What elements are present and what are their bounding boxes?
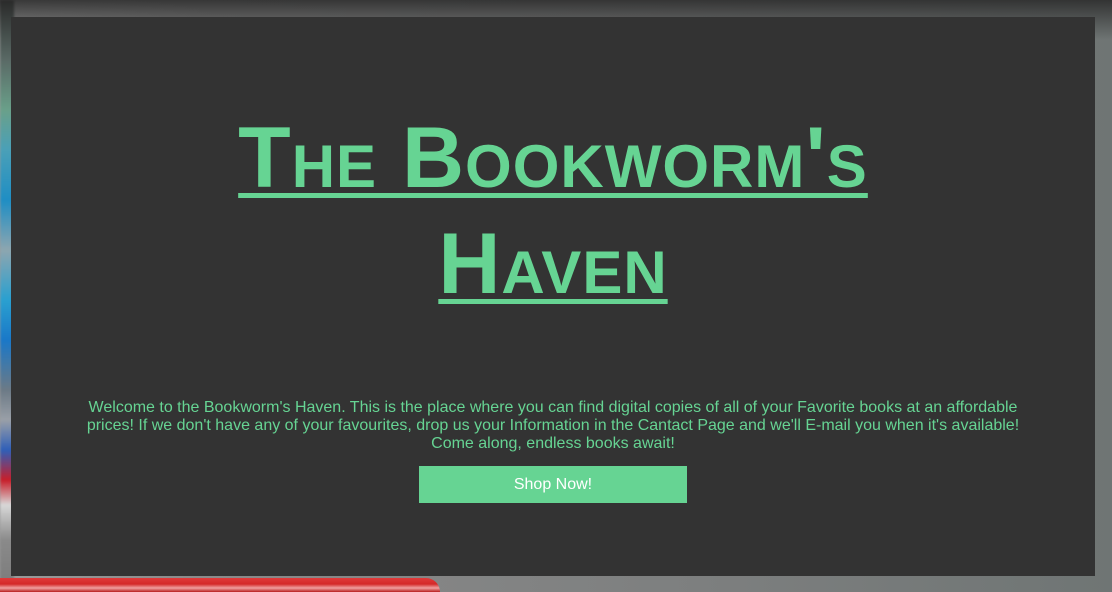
- hero-panel: The Bookworm's Haven Welcome to the Book…: [11, 17, 1095, 576]
- page-title-line-1: The Bookworm's: [238, 110, 868, 206]
- background-book-decoration: [0, 578, 440, 592]
- shop-now-button[interactable]: Shop Now!: [419, 466, 687, 503]
- page-title-line-2: Haven: [438, 216, 668, 312]
- page-title: The Bookworm's Haven: [11, 105, 1095, 317]
- welcome-text: Welcome to the Bookworm's Haven. This is…: [86, 399, 1020, 452]
